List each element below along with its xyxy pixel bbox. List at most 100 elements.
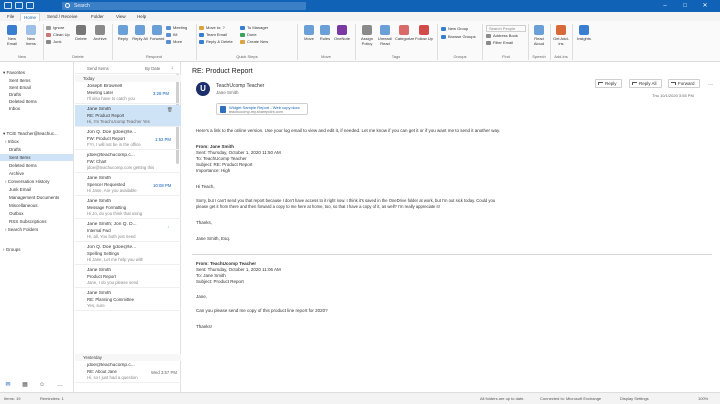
fav-sent-items[interactable]: Sent Items bbox=[0, 77, 73, 84]
folder-sent-items[interactable]: Sent Items bbox=[0, 154, 73, 161]
meeting-button[interactable]: Meeting bbox=[166, 25, 187, 31]
folder-search-folders[interactable]: › Search Folders bbox=[0, 226, 73, 233]
minimize-button[interactable]: – bbox=[660, 2, 670, 10]
list-item[interactable]: Jane Smith Product Report Jane, I do you… bbox=[75, 266, 181, 288]
tab-send-receive[interactable]: Send / Receive bbox=[44, 13, 81, 21]
list-item[interactable]: Jon Q. Doe (jdoe@te... Spelling Settings… bbox=[75, 243, 181, 265]
section-yesterday[interactable]: Yesterday bbox=[75, 354, 181, 361]
folder-miscellaneous[interactable]: Miscellaneous bbox=[0, 202, 73, 209]
search-box[interactable]: Search bbox=[62, 2, 306, 10]
forward-button[interactable]: Forward bbox=[668, 79, 700, 88]
im-button[interactable]: IM bbox=[166, 32, 177, 38]
folder-archive[interactable]: Archive bbox=[0, 170, 73, 177]
rules-button[interactable]: Rules bbox=[316, 23, 334, 51]
folder-outbox[interactable]: Outbox bbox=[0, 210, 73, 217]
archive-button[interactable]: Archive bbox=[91, 23, 109, 51]
sort-direction-icon[interactable]: ↓ bbox=[171, 65, 174, 71]
clean-up-button[interactable]: Clean Up bbox=[46, 32, 70, 38]
send-receive-icon[interactable] bbox=[26, 2, 34, 9]
categorize-button[interactable]: Categorize bbox=[395, 23, 414, 51]
follow-up-button[interactable]: Follow Up bbox=[415, 23, 433, 51]
list-filter-label[interactable]: Send Items bbox=[87, 66, 109, 71]
forward-button[interactable]: Forward bbox=[148, 23, 166, 51]
calendar-icon[interactable]: ▦ bbox=[21, 382, 29, 389]
tab-view[interactable]: View bbox=[113, 13, 129, 21]
tab-folder[interactable]: Folder bbox=[88, 13, 107, 21]
folder-rss-subscriptions[interactable]: RSS Subscriptions bbox=[0, 218, 73, 225]
display-settings[interactable]: Display Settings bbox=[620, 396, 649, 401]
junk-button[interactable]: Junk bbox=[46, 39, 61, 45]
unread-read-button[interactable]: Unread/ Read bbox=[376, 23, 394, 51]
quickstep-reply-delete[interactable]: Reply & Delete bbox=[199, 39, 233, 45]
undo-icon[interactable] bbox=[15, 2, 23, 9]
folder-junk-email[interactable]: Junk Email bbox=[0, 186, 73, 193]
assign-policy-button[interactable]: Assign Policy bbox=[358, 23, 376, 51]
fav-inbox[interactable]: Inbox bbox=[0, 105, 73, 112]
list-item[interactable]: Joseph Brownell Meeting Later I'll also … bbox=[75, 82, 181, 104]
people-icon[interactable]: ☺ bbox=[38, 382, 46, 389]
fav-sent-email[interactable]: Sent Email bbox=[0, 84, 73, 91]
delete-icon[interactable]: 🗑 bbox=[167, 107, 172, 113]
quickstep-move-to[interactable]: Move to: ? bbox=[199, 25, 225, 31]
to-manager-icon bbox=[240, 26, 245, 30]
groups-header[interactable]: › Groups bbox=[0, 246, 73, 253]
save-icon[interactable] bbox=[4, 2, 12, 9]
maximize-button[interactable]: □ bbox=[680, 2, 690, 10]
zoom-level[interactable]: 100% bbox=[698, 396, 708, 401]
new-group-button[interactable]: New Group bbox=[441, 26, 468, 32]
read-aloud-button[interactable]: Read Aloud bbox=[530, 23, 548, 51]
folder-drafts[interactable]: Drafts bbox=[0, 146, 73, 153]
quickstep-team-email[interactable]: Team Email bbox=[199, 32, 227, 38]
close-button[interactable]: ✕ bbox=[700, 2, 710, 10]
quickstep-create-new[interactable]: Create New bbox=[240, 39, 268, 45]
new-items-button[interactable]: New Items bbox=[22, 23, 40, 51]
folder-inbox[interactable]: › Inbox bbox=[0, 138, 73, 145]
ignore-button[interactable]: Ignore bbox=[46, 25, 64, 31]
sender-name[interactable]: TeachUcomp Teacher bbox=[216, 83, 264, 89]
status-reminders[interactable]: Reminders: 1 bbox=[40, 396, 64, 401]
browse-groups-button[interactable]: Browse Groups bbox=[441, 34, 476, 40]
list-item[interactable]: Jon Q. Doe (jdoe@te... FW: Product Repor… bbox=[75, 128, 181, 150]
mail-icon[interactable]: ✉ bbox=[4, 382, 12, 389]
tab-file[interactable]: File bbox=[4, 13, 17, 21]
list-item[interactable]: jdoe@teachucomp.c... RE: About Jane Hi, … bbox=[75, 361, 181, 383]
insights-button[interactable]: Insights bbox=[575, 23, 593, 51]
delete-button[interactable]: Delete bbox=[72, 23, 90, 51]
onenote-button[interactable]: OneNote bbox=[333, 23, 351, 51]
filter-email-button[interactable]: Filter Email bbox=[486, 40, 513, 46]
section-today[interactable]: Today bbox=[75, 75, 181, 82]
quickstep-to-manager[interactable]: To Manager bbox=[240, 25, 268, 31]
more-icon bbox=[166, 40, 171, 44]
reply-all-button[interactable]: Reply All bbox=[629, 79, 662, 88]
fav-deleted-items[interactable]: Deleted Items bbox=[0, 98, 73, 105]
more-actions-icon[interactable]: … bbox=[708, 81, 713, 87]
list-item[interactable]: jdoe@teachucomp.c... FW: Chart jdoe@teac… bbox=[75, 151, 181, 173]
list-item[interactable]: Jane Smith Message Formatting Hi Jo, do … bbox=[75, 197, 181, 219]
favorites-header[interactable]: ▾ Favorites bbox=[0, 69, 73, 76]
list-item-selected[interactable]: Jane Smith RE: Product Report Hi, I'm Te… bbox=[75, 105, 181, 127]
tab-home[interactable]: Home bbox=[20, 13, 41, 21]
recipient-name[interactable]: Jane Smith bbox=[216, 90, 239, 95]
avatar[interactable]: U bbox=[196, 82, 210, 96]
search-people-input[interactable]: Search People bbox=[486, 25, 526, 32]
address-book-button[interactable]: Address Book bbox=[486, 33, 518, 39]
account-header[interactable]: ▾ TCiE Teacher@teachuc... bbox=[0, 130, 73, 137]
folder-deleted-items[interactable]: Deleted Items bbox=[0, 162, 73, 169]
new-email-button[interactable]: New Email bbox=[3, 23, 21, 51]
quickstep-done[interactable]: Done bbox=[240, 32, 257, 38]
sort-dropdown[interactable]: By Date bbox=[145, 66, 160, 71]
list-item[interactable]: Jane Smith RE: Planning Committee Yes, s… bbox=[75, 289, 181, 311]
attachment-card[interactable]: Widget Sample Report - Web copy.docx tea… bbox=[216, 103, 308, 115]
folder-conversation-history[interactable]: › Conversation History bbox=[0, 178, 73, 185]
folder-management-documents[interactable]: Management Documents bbox=[0, 194, 73, 201]
list-item[interactable]: Jane Smith; Jon Q. D... Internal Fwd Hi,… bbox=[75, 220, 181, 242]
get-add-ins-button[interactable]: Get Add-ins bbox=[552, 23, 570, 51]
reply-button[interactable]: Reply bbox=[114, 23, 132, 51]
tab-help[interactable]: Help bbox=[134, 13, 149, 21]
more-apps-icon[interactable]: … bbox=[56, 382, 64, 389]
fav-drafts[interactable]: Drafts bbox=[0, 91, 73, 98]
reply-button[interactable]: Reply bbox=[595, 79, 622, 88]
reply-all-button[interactable]: Reply All bbox=[131, 23, 149, 51]
more-respond-button[interactable]: More bbox=[166, 39, 182, 45]
list-item[interactable]: Jane Smith Spencer Requested Hi Jane, Ar… bbox=[75, 174, 181, 196]
